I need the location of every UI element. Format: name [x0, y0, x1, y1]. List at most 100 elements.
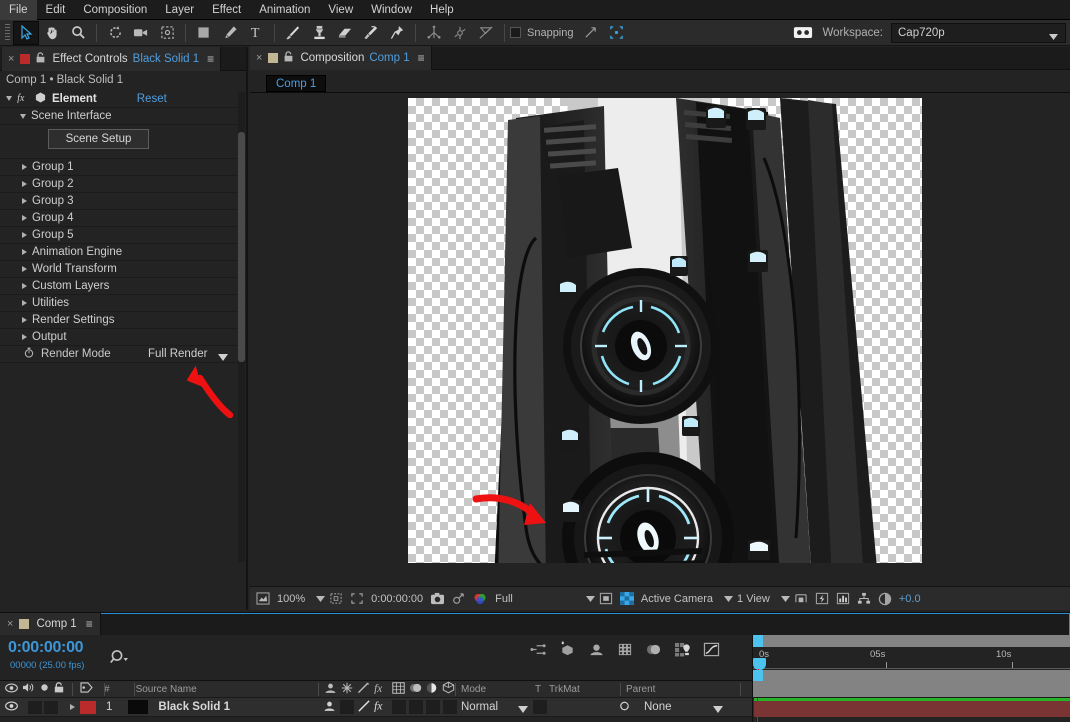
workspace-icon[interactable] [790, 21, 816, 45]
channel-rgb-icon[interactable] [473, 592, 488, 605]
disclosure-triangle-icon[interactable] [22, 317, 27, 323]
group-row-world-transform[interactable]: World Transform [0, 261, 246, 278]
close-icon[interactable]: × [8, 53, 14, 65]
group-row-render-settings[interactable]: Render Settings [0, 312, 246, 329]
region-of-interest-toggle[interactable] [599, 592, 613, 605]
grid-guides-icon[interactable] [329, 592, 343, 605]
menu-effect[interactable]: Effect [203, 0, 250, 20]
parent-chevron-down-icon[interactable] [713, 704, 723, 716]
adjustment-layer-switch-icon[interactable] [425, 682, 438, 697]
resolution-value[interactable]: Full [495, 593, 513, 605]
label-tag-icon[interactable] [80, 682, 93, 696]
layer-blend-mode-value[interactable]: Normal [461, 701, 498, 713]
timeline-ruler[interactable]: 0s 05s 10s [752, 635, 1070, 722]
current-time-indicator[interactable] [753, 658, 766, 722]
disclosure-triangle-icon[interactable] [22, 181, 27, 187]
orbit-axis-tool[interactable] [447, 21, 473, 45]
composition-mini-flowchart-icon[interactable] [530, 642, 547, 660]
panel-menu-icon[interactable]: ≡ [86, 617, 93, 631]
frame-blending-icon[interactable] [617, 642, 633, 660]
zoom-region-icon[interactable] [256, 592, 270, 605]
disclosure-triangle-icon[interactable] [20, 113, 26, 119]
parent-header[interactable]: Parent [626, 684, 655, 695]
hand-tool[interactable] [39, 21, 65, 45]
rotation-tool[interactable] [102, 21, 128, 45]
menu-animation[interactable]: Animation [250, 0, 319, 20]
layer-disclosure-triangle-icon[interactable] [70, 704, 75, 710]
zoom-tool[interactable] [65, 21, 91, 45]
work-area-top-bar[interactable] [753, 635, 1070, 647]
t-header[interactable]: T [535, 684, 541, 695]
view-layout-value[interactable]: 1 View [737, 593, 770, 605]
frame-blend-switch-icon[interactable] [392, 681, 405, 697]
menu-help[interactable]: Help [421, 0, 463, 20]
layer-collapse-switch[interactable] [340, 700, 354, 714]
selection-tool[interactable] [13, 20, 39, 45]
timeline-search-input[interactable] [110, 649, 132, 668]
disclosure-triangle-icon[interactable] [22, 300, 27, 306]
work-area-end-handle[interactable] [753, 670, 763, 681]
resolution-chevron-down-icon[interactable] [585, 595, 595, 602]
solo-icon[interactable] [40, 683, 49, 695]
layer-source-name[interactable]: Black Solid 1 [158, 701, 230, 713]
timeline-ruler-scale[interactable]: 0s 05s 10s [753, 647, 1070, 722]
camera-tool[interactable] [128, 21, 154, 45]
menu-window[interactable]: Window [362, 0, 421, 20]
group-row-utilities[interactable]: Utilities [0, 295, 246, 312]
layer-label-color-swatch[interactable] [80, 700, 96, 714]
menu-layer[interactable]: Layer [156, 0, 203, 20]
zoom-level-chevron-down-icon[interactable] [316, 595, 326, 602]
move-axis-tool[interactable] [421, 21, 447, 45]
menu-view[interactable]: View [319, 0, 362, 20]
layer-preserve-transparency-switch[interactable] [533, 700, 547, 714]
composition-canvas[interactable] [408, 98, 922, 563]
layer-parent-value[interactable]: None [644, 701, 672, 713]
layer-solo-cell[interactable] [44, 700, 58, 714]
tab-composition[interactable]: × Composition Comp 1 ≡ [250, 46, 432, 70]
menu-composition[interactable]: Composition [74, 0, 156, 20]
exposure-value[interactable]: +0.0 [899, 593, 921, 605]
render-mode-value[interactable]: Full Render [148, 348, 207, 360]
comp-flowchart-icon[interactable] [857, 592, 871, 605]
current-timecode[interactable]: 0:00:00:00 [8, 639, 84, 657]
stopwatch-icon[interactable] [24, 347, 34, 361]
layer-track-area[interactable] [752, 698, 1070, 717]
timeline-jump-icon[interactable] [836, 592, 850, 605]
shy-switch-icon[interactable] [324, 682, 337, 697]
zoom-level-value[interactable]: 100% [277, 593, 305, 605]
menu-edit[interactable]: Edit [37, 0, 75, 20]
disclosure-triangle-icon[interactable] [22, 249, 27, 255]
disclosure-triangle-icon[interactable] [22, 232, 27, 238]
reset-link[interactable]: Reset [137, 93, 167, 105]
work-area-bottom-bar[interactable] [753, 670, 1070, 681]
mode-header[interactable]: Mode [461, 684, 486, 695]
layer-audio-cell[interactable] [28, 700, 42, 714]
effects-switch-icon[interactable]: fx [374, 682, 389, 697]
disclosure-triangle-icon[interactable] [22, 164, 27, 170]
brush-tool[interactable] [280, 21, 306, 45]
hide-shy-layers-icon[interactable] [588, 642, 605, 660]
effect-controls-scrollbar[interactable] [238, 92, 245, 562]
lock-icon[interactable] [284, 51, 293, 65]
group-row-animation-engine[interactable]: Animation Engine [0, 244, 246, 261]
pan-behind-tool[interactable] [154, 21, 180, 45]
lock-icon[interactable] [54, 682, 64, 696]
disclosure-triangle-icon[interactable] [22, 334, 27, 340]
exposure-reset-icon[interactable] [878, 592, 892, 606]
audio-icon[interactable] [22, 682, 35, 696]
work-area-start-handle[interactable] [753, 635, 763, 647]
parent-pickwhip-icon[interactable] [618, 700, 631, 715]
snap-grid-icon[interactable] [604, 21, 630, 45]
layer-effects-switch-icon[interactable]: fx [374, 699, 389, 715]
panel-menu-icon[interactable]: ≡ [418, 51, 425, 65]
disclosure-triangle-icon[interactable] [22, 266, 27, 272]
layer-3d-switch[interactable] [443, 700, 457, 714]
graph-editor-icon[interactable] [703, 642, 720, 660]
group-row-3[interactable]: Group 3 [0, 193, 246, 210]
transparency-grid-icon[interactable] [619, 592, 634, 605]
draft-3d-icon[interactable] [559, 641, 576, 660]
workspace-select[interactable]: Cap720p [891, 22, 1066, 43]
menu-file[interactable]: File [0, 0, 37, 20]
scene-setup-button[interactable]: Scene Setup [48, 129, 149, 149]
lock-icon[interactable] [36, 51, 45, 66]
